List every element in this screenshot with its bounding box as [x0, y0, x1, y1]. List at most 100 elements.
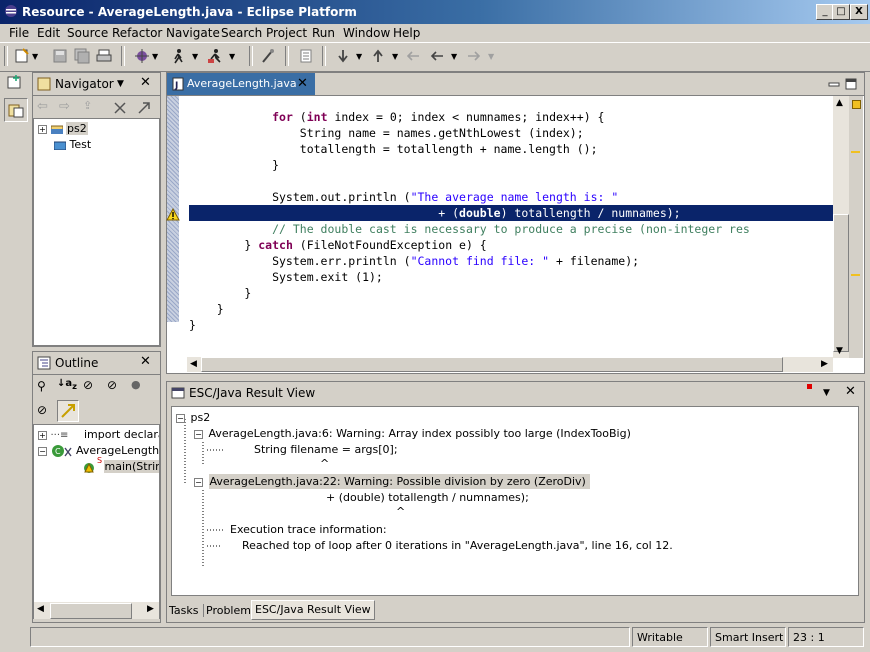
trace-line[interactable]: Reached top of loop after 0 iterations i…: [242, 539, 673, 552]
menu-search[interactable]: Search: [221, 26, 262, 40]
collapse-icon[interactable]: −: [38, 446, 47, 456]
menu-help[interactable]: Help: [393, 26, 420, 40]
save-icon[interactable]: [52, 48, 68, 64]
menu-file[interactable]: File: [9, 26, 29, 40]
tab-problems[interactable]: Problems: [203, 604, 257, 617]
view-menu-icon[interactable]: ▼: [117, 79, 124, 89]
code-line[interactable]: }: [189, 317, 833, 333]
scroll-right-icon[interactable]: ▶: [147, 604, 154, 614]
overview-warning-indicator[interactable]: [852, 100, 861, 109]
next-annotation-icon[interactable]: [335, 48, 351, 64]
scroll-thumb[interactable]: [833, 214, 849, 352]
overview-ruler[interactable]: [849, 96, 863, 358]
forward-icon[interactable]: [466, 48, 482, 64]
back-icon[interactable]: [429, 48, 445, 64]
code-line[interactable]: System.out.println ("The average name le…: [189, 189, 833, 205]
previous-annotation-dropdown-icon[interactable]: ▼: [392, 52, 398, 61]
menu-source[interactable]: Source: [67, 26, 108, 40]
external-tools-icon[interactable]: [207, 48, 223, 64]
debug-dropdown-icon[interactable]: ▼: [152, 52, 158, 61]
maximize-view-icon[interactable]: [845, 78, 857, 90]
maximize-button[interactable]: □: [832, 4, 850, 20]
menu-project[interactable]: Project: [266, 26, 307, 40]
collapse-icon[interactable]: −: [194, 429, 203, 439]
run-icon[interactable]: [170, 48, 186, 64]
hide-local-types-icon[interactable]: ⊘: [37, 403, 47, 417]
code-line[interactable]: String name = names.getNthLowest (index)…: [189, 125, 833, 141]
previous-annotation-icon[interactable]: [370, 48, 386, 64]
link-editor-toggle[interactable]: [57, 400, 79, 422]
hide-nonpublic-icon[interactable]: ●: [131, 378, 141, 391]
scroll-left-icon[interactable]: ◀: [190, 359, 197, 369]
link-with-editor-icon[interactable]: [137, 101, 151, 115]
collapse-all-icon[interactable]: [113, 101, 127, 115]
code-line[interactable]: // The double cast is necessary to produ…: [189, 221, 833, 237]
forward-dropdown-icon[interactable]: ▼: [488, 52, 494, 61]
scroll-thumb[interactable]: [50, 603, 132, 619]
last-edit-icon[interactable]: [405, 48, 421, 64]
title-bar[interactable]: Resource - AverageLength.java - Eclipse …: [0, 0, 870, 24]
open-perspective-icon[interactable]: [6, 74, 24, 92]
scroll-up-icon[interactable]: ▲: [836, 98, 843, 108]
scroll-down-icon[interactable]: ▼: [836, 346, 843, 356]
menu-run[interactable]: Run: [312, 26, 335, 40]
view-menu-icon[interactable]: ▼: [823, 388, 830, 398]
outline-item-imports[interactable]: + ···≡ import declarati: [38, 428, 159, 441]
nav-back-icon[interactable]: ⇦: [37, 99, 48, 114]
menu-navigate[interactable]: Navigate: [166, 26, 220, 40]
hide-fields-icon[interactable]: ⊘: [83, 378, 93, 392]
nav-up-icon[interactable]: ⇪: [83, 99, 92, 112]
tree-item-ps2[interactable]: + ps2: [38, 122, 88, 135]
print-icon[interactable]: [96, 48, 112, 64]
code-line[interactable]: }: [189, 301, 833, 317]
editor-tab-close-icon[interactable]: ✕: [297, 76, 308, 91]
hierarchy-icon[interactable]: ⚲: [37, 379, 46, 393]
collapse-icon[interactable]: −: [194, 477, 203, 487]
outline-hscrollbar[interactable]: ◀ ▶: [33, 602, 160, 619]
menu-window[interactable]: Window: [343, 26, 390, 40]
code-line[interactable]: } catch (FileNotFoundException e) {: [189, 237, 833, 253]
code-line[interactable]: for (int index = 0; index < numnames; in…: [189, 109, 833, 125]
tab-tasks[interactable]: Tasks: [169, 604, 198, 617]
tree-item-test[interactable]: Test: [54, 138, 91, 151]
expand-icon[interactable]: +: [38, 430, 47, 440]
menu-refactor[interactable]: Refactor: [112, 26, 162, 40]
navigator-close-icon[interactable]: ✕: [140, 75, 151, 90]
resource-perspective-button[interactable]: [4, 98, 28, 122]
scroll-left-icon[interactable]: ◀: [37, 604, 44, 614]
trace-header[interactable]: Execution trace information:: [230, 523, 387, 536]
back-dropdown-icon[interactable]: ▼: [451, 52, 457, 61]
search-icon[interactable]: [260, 48, 276, 64]
scroll-right-icon[interactable]: ▶: [821, 359, 828, 369]
code-line[interactable]: totallength = totallength + name.length …: [189, 141, 833, 157]
run-dropdown-icon[interactable]: ▼: [192, 52, 198, 61]
close-button[interactable]: X: [850, 4, 868, 20]
result-view-close-icon[interactable]: ✕: [845, 384, 856, 399]
result-root[interactable]: − ps2: [176, 411, 210, 424]
external-tools-dropdown-icon[interactable]: ▼: [229, 52, 235, 61]
next-annotation-dropdown-icon[interactable]: ▼: [356, 52, 362, 61]
code-line[interactable]: + (double) totallength / numnames);: [189, 205, 833, 221]
editor-hscrollbar[interactable]: ◀ ▶: [187, 357, 833, 372]
save-all-icon[interactable]: [74, 48, 90, 64]
toggle-view-icon[interactable]: [298, 48, 314, 64]
editor-tab[interactable]: J AverageLength.java: [167, 73, 315, 95]
scroll-thumb[interactable]: [201, 357, 783, 372]
code-line[interactable]: [189, 173, 833, 189]
nav-forward-icon[interactable]: ⇨: [59, 99, 70, 114]
hide-static-icon[interactable]: ⊘: [107, 378, 117, 392]
collapse-icon[interactable]: −: [176, 413, 185, 423]
warning-item-1[interactable]: − AverageLength.java:6: Warning: Array i…: [194, 427, 631, 440]
warning-item-2[interactable]: − AverageLength.java:22: Warning: Possib…: [194, 474, 590, 489]
code-editor[interactable]: for (int index = 0; index < numnames; in…: [189, 109, 833, 357]
outline-close-icon[interactable]: ✕: [140, 354, 151, 369]
code-line[interactable]: System.err.println ("Cannot find file: "…: [189, 253, 833, 269]
code-line[interactable]: }: [189, 157, 833, 173]
expand-icon[interactable]: +: [38, 124, 47, 134]
tab-esc-java-result-view[interactable]: ESC/Java Result View: [251, 600, 375, 620]
new-icon[interactable]: [14, 48, 30, 64]
editor-vscrollbar[interactable]: ▲ ▼: [833, 96, 849, 358]
annotation-ruler[interactable]: [179, 96, 189, 358]
stop-icon[interactable]: [807, 384, 812, 389]
overview-mark[interactable]: [851, 151, 860, 153]
